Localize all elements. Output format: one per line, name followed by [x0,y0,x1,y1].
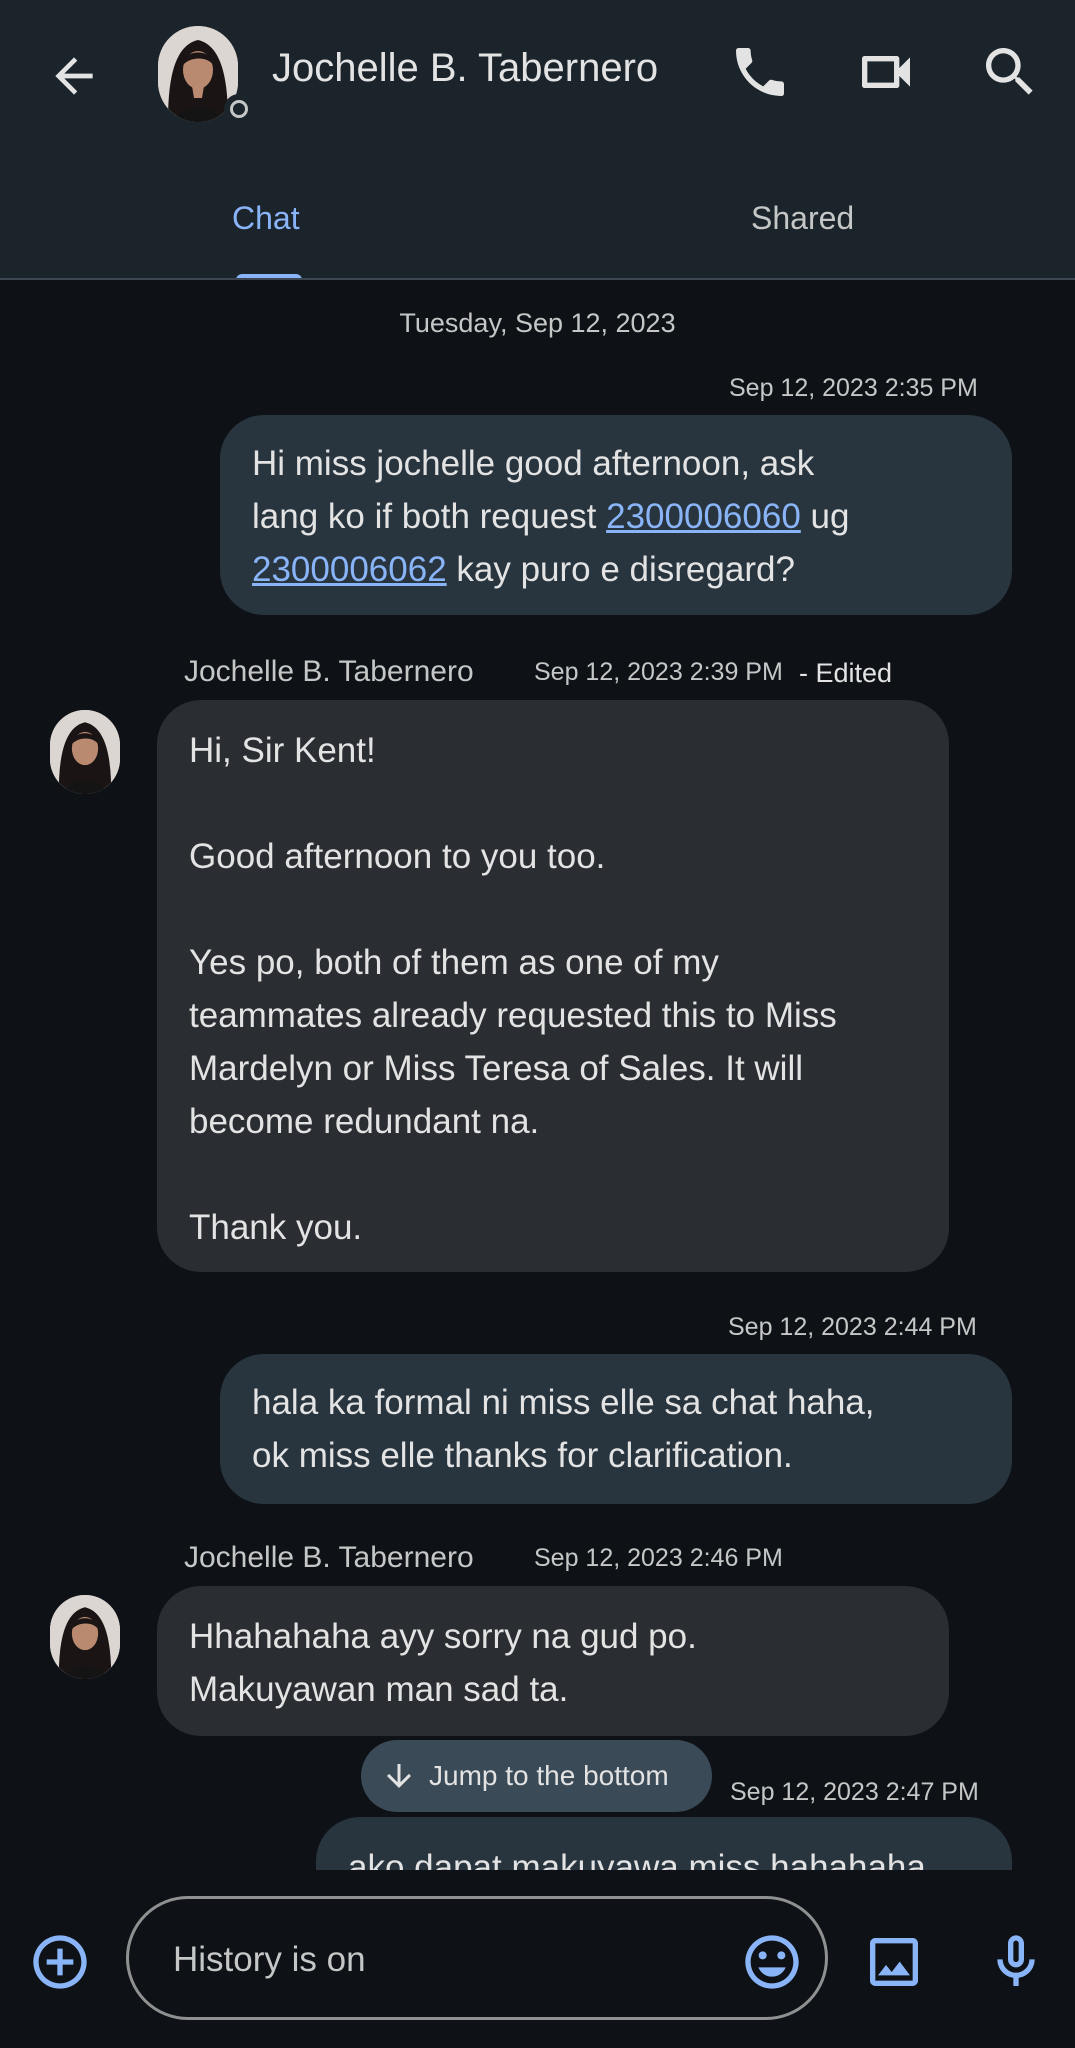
date-separator: Tuesday, Sep 12, 2023 [399,308,676,338]
message-list[interactable]: Tuesday, Sep 12, 2023 Sep 12, 2023 2:35 … [0,280,1075,1870]
presence-status-icon [224,94,254,124]
emoji-icon [745,1935,799,1989]
message-text: kay puro e disregard? [446,550,795,589]
message-text: ug [810,497,850,536]
message-text: ako dapat makuyawa miss hahahaha [348,1848,926,1870]
message-composer[interactable] [126,1896,828,2020]
search-button[interactable] [978,40,1042,104]
edited-label: - Edited [799,658,893,688]
incoming-message[interactable]: Hi, Sir Kent! Good afternoon to you too.… [157,700,949,1272]
back-arrow-icon [55,57,93,95]
search-icon [986,48,1033,95]
outgoing-message[interactable]: Hi miss jochelle good afternoon, ask lan… [220,415,1012,615]
emoji-button[interactable] [740,1930,804,1994]
jump-to-bottom-button[interactable]: Jump to the bottom [361,1740,712,1812]
contact-avatar[interactable] [158,26,254,126]
image-icon [870,1938,918,1986]
microphone-icon [997,1935,1035,1986]
incoming-message[interactable]: Hhahahaha ayy sorry na gud po. Makuyawan… [157,1586,949,1736]
call-button[interactable] [728,40,792,104]
back-button[interactable] [46,48,102,104]
tab-shared[interactable]: Shared [751,200,854,237]
tab-chat[interactable]: Chat [232,200,300,237]
message-timestamp: Sep 12, 2023 2:35 PM [729,374,978,402]
message-text: hala ka formal ni miss elle sa chat haha… [252,1383,875,1475]
jump-label: Jump to the bottom [429,1760,669,1791]
add-circle-icon [33,1935,87,1989]
message-text: Hi, Sir Kent! Good afternoon to you too.… [189,731,837,1247]
outgoing-message[interactable]: ako dapat makuyawa miss hahahaha [316,1817,1012,1870]
request-link[interactable]: 2300006060 [606,497,801,536]
message-text: Hhahahaha ayy sorry na gud po. Makuyawan… [189,1617,697,1709]
avatar[interactable] [50,1595,120,1679]
video-camera-icon [862,56,910,88]
image-button[interactable] [862,1930,926,1994]
message-timestamp: Sep 12, 2023 2:46 PM [534,1544,783,1572]
microphone-button[interactable] [984,1930,1048,1994]
phone-icon [736,48,784,96]
avatar[interactable] [50,710,120,794]
sender-name: Jochelle B. Tabernero [184,1541,474,1574]
video-call-button[interactable] [854,40,918,104]
add-attachment-button[interactable] [28,1930,92,1994]
contact-name[interactable]: Jochelle B. Tabernero [272,46,658,91]
message-timestamp: Sep 12, 2023 2:44 PM [728,1313,977,1341]
arrow-down-icon [387,1764,411,1788]
message-timestamp: Sep 12, 2023 2:47 PM [730,1778,979,1806]
app-bar: Jochelle B. Tabernero Chat Shared [0,0,1075,280]
tab-bar: Chat Shared [0,170,1075,280]
message-input[interactable] [171,1937,715,1983]
message-timestamp: Sep 12, 2023 2:39 PM [534,658,783,686]
sender-name: Jochelle B. Tabernero [184,655,474,688]
request-link[interactable]: 2300006062 [252,550,447,589]
outgoing-message[interactable]: hala ka formal ni miss elle sa chat haha… [220,1354,1012,1504]
